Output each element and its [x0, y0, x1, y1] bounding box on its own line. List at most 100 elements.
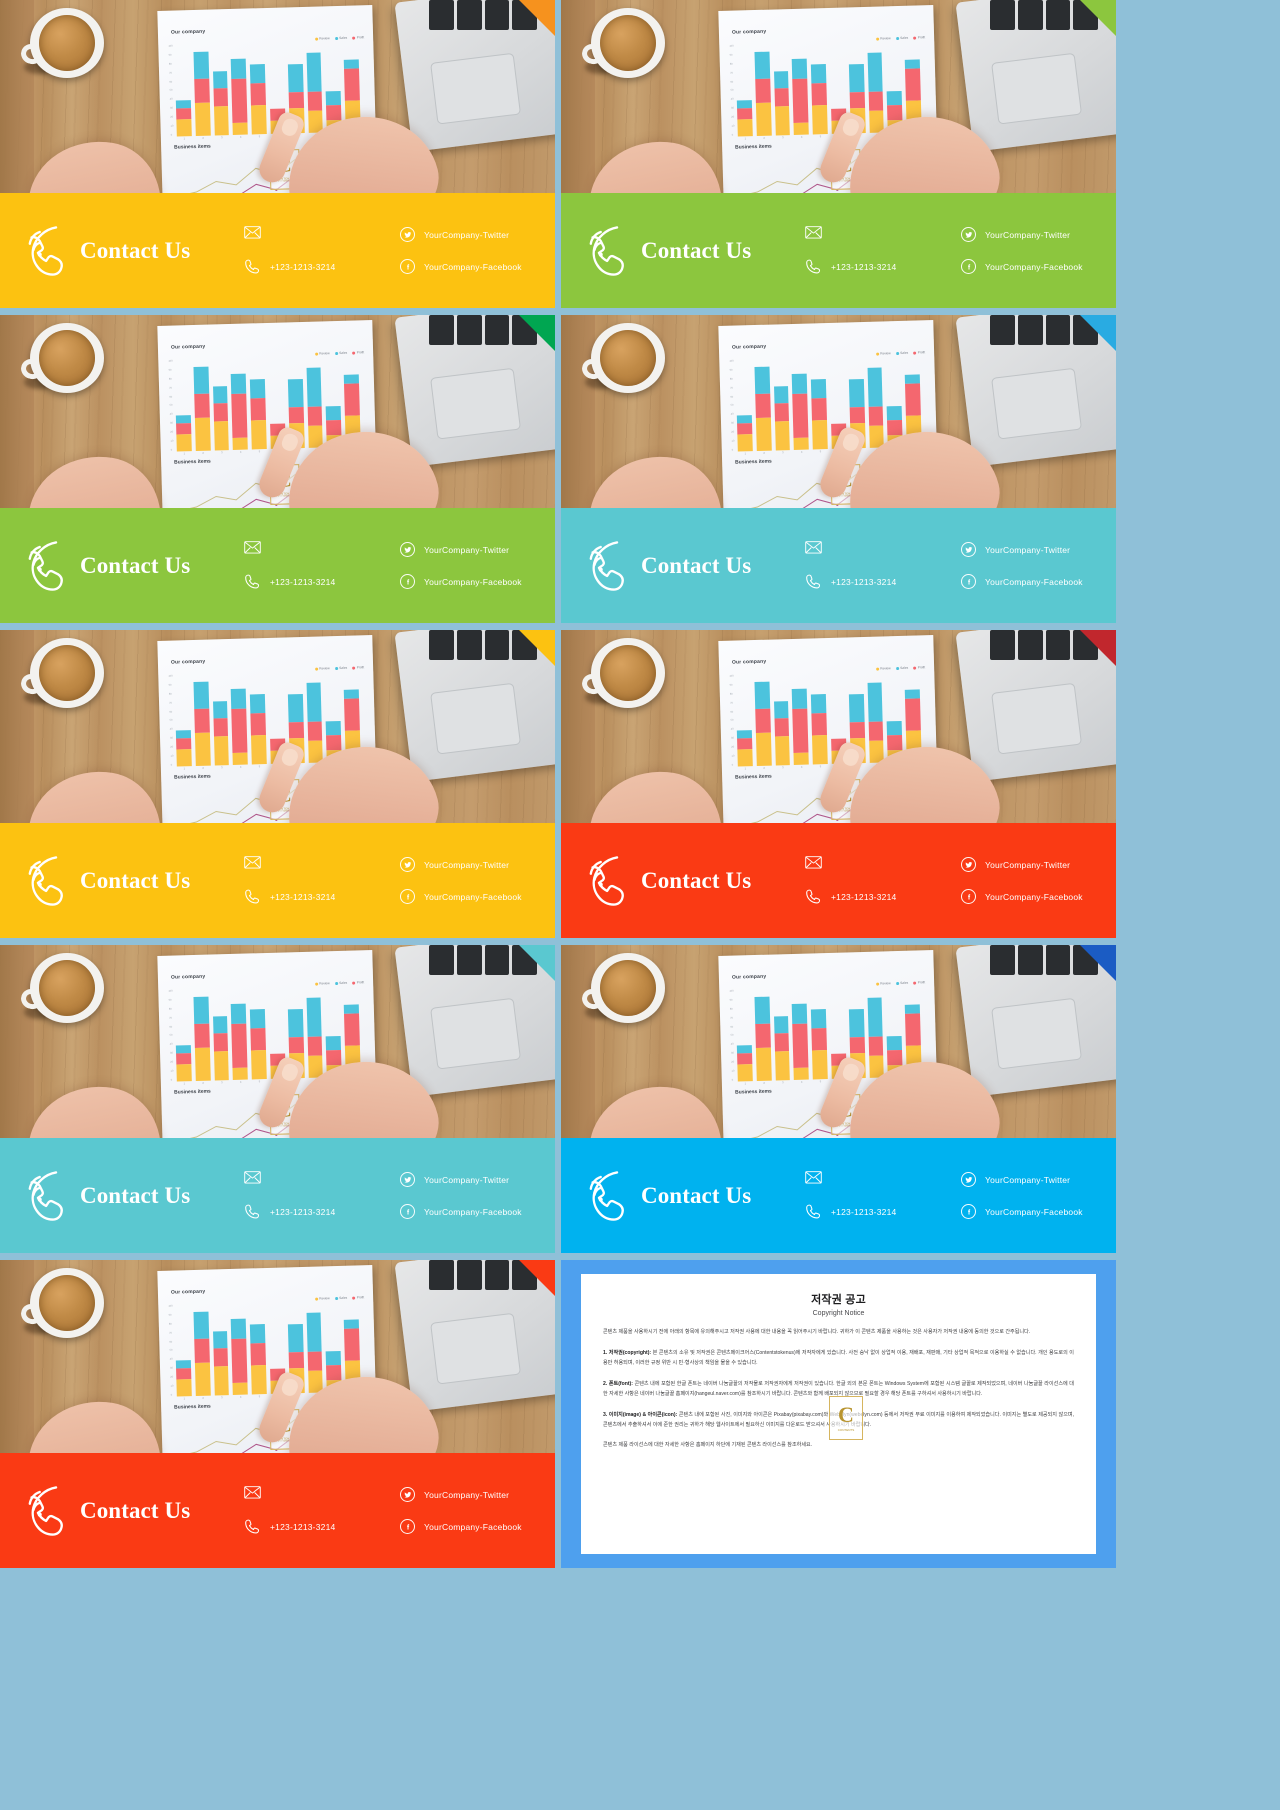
chart-y-tick: 20 [170, 745, 174, 749]
chart-y-tick: 80 [729, 62, 733, 66]
contact-bar: Contact Us +123-1213-3214 YourCompany-Tw… [0, 508, 555, 623]
chart-plot-area [735, 39, 922, 137]
slide-3[interactable]: Our company Review Sales Profit 100 90 80 70 6… [0, 315, 555, 623]
slide-8[interactable]: Our company Review Sales Profit 100 90 80 70 6… [561, 945, 1116, 1253]
contact-brand: Contact Us [18, 537, 244, 595]
slide-6[interactable]: Our company Review Sales Profit 100 90 80 70 6… [561, 630, 1116, 938]
slide-9[interactable]: Our company Review Sales Profit 100 90 80 70 6… [0, 1260, 555, 1568]
email-row[interactable] [805, 537, 961, 563]
phone-row[interactable]: +123-1213-3214 [244, 884, 400, 910]
email-row[interactable] [805, 222, 961, 248]
chart-bar [212, 1015, 230, 1081]
chart-y-tick: 60 [169, 80, 173, 84]
chart-y-tick: 0 [170, 133, 173, 137]
chart-y-tick: 20 [170, 1060, 174, 1064]
chart-subtitle: Business items [174, 773, 211, 781]
chart-bar [212, 700, 230, 766]
email-row[interactable] [244, 1167, 400, 1193]
coffee-cup [579, 638, 665, 708]
coffee-cup [18, 8, 104, 78]
chart-y-tick: 90 [729, 998, 733, 1002]
phone-row[interactable]: +123-1213-3214 [805, 569, 961, 595]
twitter-row[interactable]: YourCompany-Twitter [400, 222, 522, 248]
phone-row[interactable]: +123-1213-3214 [244, 254, 400, 280]
facebook-row[interactable]: YourCompany-Facebook [961, 254, 1083, 280]
chart-x-tick: 2 [763, 1081, 765, 1085]
contact-bar: Contact Us +123-1213-3214 YourCompany-Tw… [561, 1138, 1116, 1253]
phone-row[interactable]: +123-1213-3214 [244, 1199, 400, 1225]
email-row[interactable] [805, 852, 961, 878]
email-row[interactable] [244, 222, 400, 248]
contact-title: Contact Us [80, 1497, 191, 1523]
chart-bar [250, 694, 267, 765]
phone-ring-icon [579, 222, 637, 280]
chart-x-tick: 1 [183, 137, 186, 141]
phone-row[interactable]: +123-1213-3214 [805, 254, 961, 280]
facebook-f-icon [961, 574, 976, 589]
chart-x-tick: 2 [763, 451, 765, 455]
chart-y-tick: 80 [168, 1007, 172, 1011]
facebook-row[interactable]: YourCompany-Facebook [961, 884, 1083, 910]
facebook-row[interactable]: YourCompany-Facebook [961, 1199, 1083, 1225]
slide-10[interactable]: 저작권 공고 Copyright Notice 콘텐츠 제품을 사용하시기 전에… [561, 1260, 1116, 1568]
phone-row[interactable]: +123-1213-3214 [244, 1514, 400, 1540]
phone-handset-icon [244, 888, 261, 905]
email-row[interactable] [244, 852, 400, 878]
phone-ring-icon [579, 537, 637, 595]
contact-title: Contact Us [80, 867, 191, 893]
phone-row[interactable]: +123-1213-3214 [244, 569, 400, 595]
twitter-row[interactable]: YourCompany-Twitter [961, 222, 1083, 248]
twitter-row[interactable]: YourCompany-Twitter [961, 852, 1083, 878]
chart-x-tick: 2 [202, 1396, 204, 1400]
email-row[interactable] [244, 1482, 400, 1508]
twitter-row[interactable]: YourCompany-Twitter [400, 1167, 522, 1193]
chart-x-tick: 1 [744, 452, 747, 456]
twitter-bird-icon [400, 1172, 415, 1187]
chart-bar [754, 996, 772, 1082]
facebook-row[interactable]: YourCompany-Facebook [961, 569, 1083, 595]
slide-7[interactable]: Our company Review Sales Profit 100 90 80 70 6… [0, 945, 555, 1253]
chart-x-tick: 3 [221, 1081, 223, 1085]
corner-accent [1080, 630, 1116, 666]
chart-x-tick: 1 [744, 767, 747, 771]
phone-handset-icon [805, 573, 822, 590]
chart-title: Our company [170, 28, 206, 36]
twitter-handle: YourCompany-Twitter [424, 544, 510, 555]
twitter-row[interactable]: YourCompany-Twitter [961, 1167, 1083, 1193]
twitter-row[interactable]: YourCompany-Twitter [400, 852, 522, 878]
copyright-heading: 저작권 공고 [811, 1294, 866, 1306]
email-row[interactable] [244, 537, 400, 563]
contact-title: Contact Us [641, 552, 752, 578]
facebook-row[interactable]: YourCompany-Facebook [400, 254, 522, 280]
phone-row[interactable]: +123-1213-3214 [805, 1199, 961, 1225]
facebook-row[interactable]: YourCompany-Facebook [400, 569, 522, 595]
chart-plot-area [174, 669, 361, 767]
twitter-bird-icon [400, 1487, 415, 1502]
twitter-row[interactable]: YourCompany-Twitter [961, 537, 1083, 563]
coffee-surface [39, 960, 95, 1016]
coffee-surface [39, 15, 95, 71]
slide-4[interactable]: Our company Review Sales Profit 100 90 80 70 6… [561, 315, 1116, 623]
slide-5[interactable]: Our company Review Sales Profit 100 90 80 70 6… [0, 630, 555, 938]
slide-1[interactable]: Our company Review Sales Profit 100 90 80 70 6… [0, 0, 555, 308]
chart-subtitle: Business items [735, 773, 772, 781]
facebook-row[interactable]: YourCompany-Facebook [400, 1514, 522, 1540]
coffee-cup [579, 323, 665, 393]
slide-2[interactable]: Our company Review Sales Profit 100 90 80 70 6… [561, 0, 1116, 308]
chart-x-tick: 2 [763, 136, 765, 140]
twitter-row[interactable]: YourCompany-Twitter [400, 537, 522, 563]
chart-y-tick: 100 [729, 989, 734, 993]
chart-y-tick: 50 [730, 1034, 734, 1038]
chart-y-tick: 0 [731, 448, 734, 452]
chart-y-tick: 0 [731, 1078, 734, 1082]
chart-bar [306, 52, 324, 133]
chart-bar [811, 694, 828, 765]
email-row[interactable] [805, 1167, 961, 1193]
twitter-row[interactable]: YourCompany-Twitter [400, 1482, 522, 1508]
facebook-row[interactable]: YourCompany-Facebook [400, 1199, 522, 1225]
phone-row[interactable]: +123-1213-3214 [805, 884, 961, 910]
chart-x-tick: 4 [239, 1395, 242, 1399]
corner-accent [519, 0, 555, 36]
contact-bar: Contact Us +123-1213-3214 YourCompany-Tw… [0, 1138, 555, 1253]
facebook-row[interactable]: YourCompany-Facebook [400, 884, 522, 910]
